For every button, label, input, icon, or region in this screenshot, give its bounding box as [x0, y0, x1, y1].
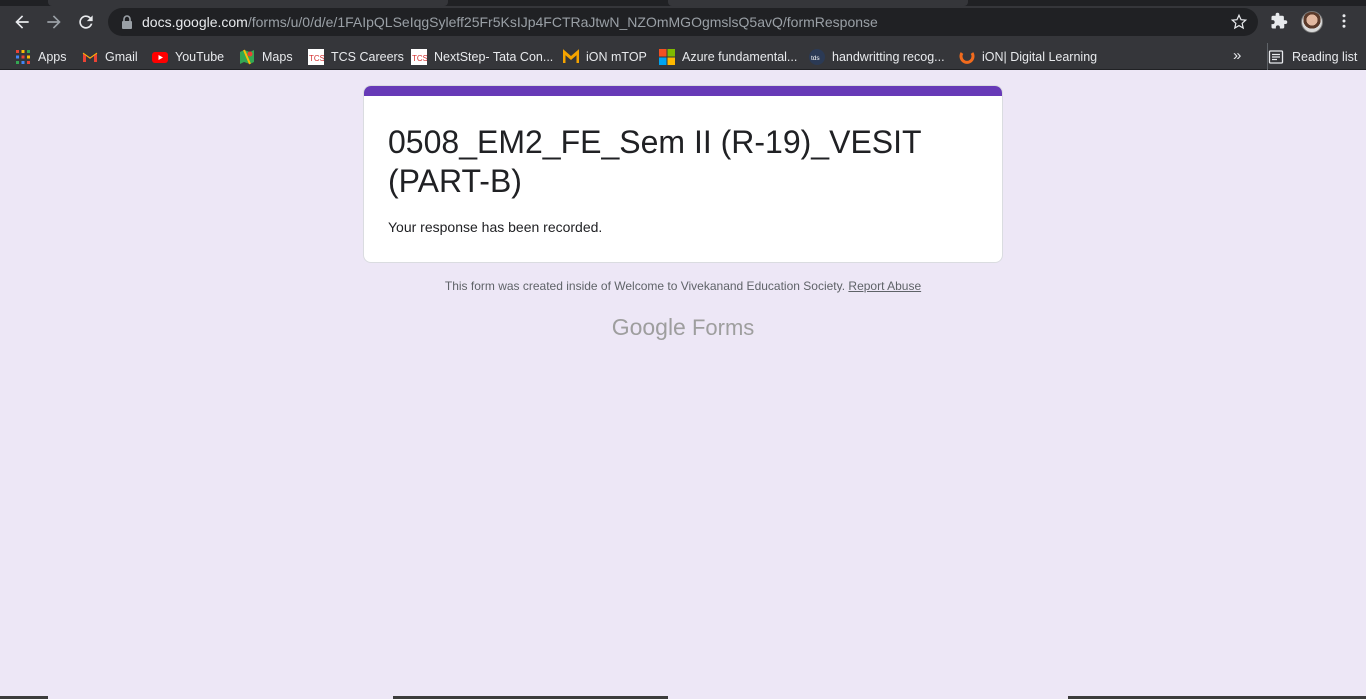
back-button[interactable] [8, 8, 36, 36]
bookmark-label: iON mTOP [586, 49, 647, 64]
svg-text:TCS: TCS [412, 54, 427, 63]
url-host: docs.google.com [142, 14, 248, 30]
bookmark-star-icon[interactable] [1230, 13, 1248, 31]
forward-button[interactable] [40, 8, 68, 36]
bookmark-label: iON| Digital Learning [982, 49, 1098, 64]
bookmark-maps[interactable]: Maps [239, 43, 293, 70]
apps-grid-icon [15, 49, 31, 65]
footer-note-text: This form was created inside of Welcome … [444, 279, 846, 293]
bookmark-nextstep[interactable]: TCS NextStep- Tata Con... [411, 43, 553, 70]
bookmark-tcs-careers[interactable]: TCS TCS Careers [308, 43, 404, 70]
tab-strip [0, 0, 1366, 6]
youtube-icon [152, 49, 168, 65]
bookmark-label: YouTube [175, 49, 225, 64]
bookmark-youtube[interactable]: YouTube [152, 43, 224, 70]
forward-arrow-icon [47, 15, 61, 29]
ion-icon [959, 49, 975, 65]
address-bar[interactable]: docs.google.com/forms/u/0/d/e/1FAIpQLSeI… [108, 8, 1258, 36]
bookmark-handwritting[interactable]: tds handwritting recog... [809, 43, 945, 70]
forms-wordmark: Forms [691, 315, 755, 340]
maps-icon [239, 49, 255, 65]
gmail-icon [82, 49, 98, 65]
url-path: /forms/u/0/d/e/1FAIpQLSeIqgSyleff25Fr5Ks… [247, 14, 878, 30]
reading-list-label: Reading list [1292, 49, 1358, 64]
google-forms-logo: Google Forms [0, 314, 1366, 341]
form-footer-note: This form was created inside of Welcome … [0, 279, 1366, 293]
bookmark-apps[interactable]: Apps [15, 43, 67, 70]
microsoft-icon [659, 48, 675, 65]
more-bookmarks-button[interactable]: » [1233, 47, 1241, 64]
bookmark-label: TCS Careers [331, 49, 404, 64]
bookmark-gmail[interactable]: Gmail [82, 43, 138, 70]
response-recorded-message: Your response has been recorded. [388, 219, 603, 235]
google-wordmark: Google [611, 314, 686, 340]
browser-toolbar: docs.google.com/forms/u/0/d/e/1FAIpQLSeI… [0, 0, 1366, 43]
bookmark-label: Maps [262, 49, 293, 64]
reload-button[interactable] [72, 8, 100, 36]
tcs-icon: TCS [308, 48, 325, 65]
reading-list-button[interactable]: Reading list [1267, 43, 1357, 70]
back-arrow-icon [15, 15, 29, 29]
extensions-puzzle-icon[interactable] [1268, 10, 1290, 32]
reading-list-icon [1268, 49, 1284, 65]
url-text: docs.google.com/forms/u/0/d/e/1FAIpQLSeI… [142, 14, 878, 30]
bookmark-label: Gmail [105, 49, 138, 64]
tds-icon: tds [809, 48, 825, 65]
bookmark-label: Azure fundamental... [682, 49, 798, 64]
reload-icon [79, 15, 93, 29]
form-response-card: 0508_EM2_FE_Sem II (R-19)_VESIT (PART-B)… [363, 85, 1003, 263]
bookmark-label: handwritting recog... [832, 49, 945, 64]
menu-kebab-icon[interactable] [1333, 10, 1355, 32]
profile-avatar[interactable] [1301, 11, 1323, 33]
bookmarks-bar: Apps Gmail YouTube Maps TCS TCS Careers … [0, 43, 1366, 70]
bookmark-azure[interactable]: Azure fundamental... [659, 43, 797, 70]
form-accent-bar [364, 86, 1002, 96]
tcs-icon: TCS [411, 48, 428, 65]
form-title: 0508_EM2_FE_Sem II (R-19)_VESIT (PART-B) [388, 124, 921, 199]
svg-text:TCS: TCS [309, 54, 324, 63]
report-abuse-link[interactable]: Report Abuse [848, 279, 921, 293]
bookmark-label: NextStep- Tata Con... [434, 49, 554, 64]
ion-m-icon [562, 48, 580, 65]
svg-text:tds: tds [811, 55, 820, 62]
bookmark-ion-digital[interactable]: iON| Digital Learning [959, 43, 1097, 70]
bookmark-ion-mtop[interactable]: iON mTOP [562, 43, 647, 70]
lock-icon [122, 15, 132, 29]
bookmark-label: Apps [38, 49, 67, 64]
